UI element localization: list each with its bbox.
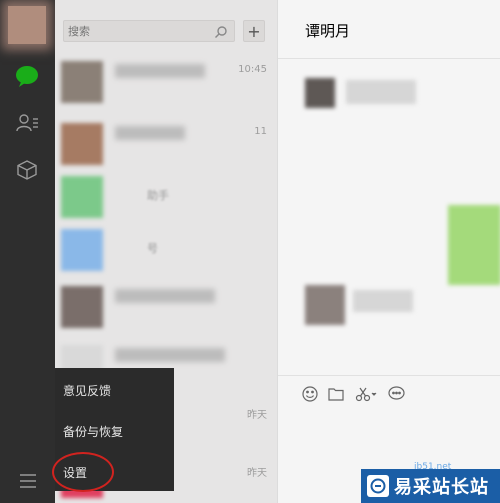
blurred-name [115, 348, 225, 362]
menu-icon[interactable] [17, 472, 39, 490]
scissors-icon[interactable] [354, 385, 378, 403]
chat-time: 11 [254, 126, 267, 137]
message-bubble [448, 205, 500, 285]
avatar [61, 123, 103, 165]
chat-snippet: 号 [147, 242, 158, 255]
avatar [61, 176, 103, 218]
watermark-logo-icon [367, 475, 389, 497]
menu-item-feedback[interactable]: 意见反馈 [63, 382, 111, 399]
message-avatar [305, 285, 345, 325]
avatar[interactable] [8, 6, 46, 44]
search-icon[interactable] [214, 24, 228, 38]
message-bubble [346, 80, 416, 104]
toolbar-divider [278, 375, 500, 376]
conversation-title: 谭明月 [305, 22, 351, 40]
chat-bubble-icon[interactable] [387, 385, 405, 403]
contacts-icon[interactable] [14, 110, 40, 136]
avatar [61, 286, 103, 328]
watermark: 易采站长站 [361, 469, 500, 503]
cube-icon[interactable] [14, 157, 40, 183]
watermark-brand: 易采站长站 [394, 477, 489, 498]
emoji-icon[interactable] [301, 385, 319, 403]
blurred-name [115, 64, 205, 78]
blurred-name [115, 126, 185, 140]
avatar [61, 61, 103, 103]
folder-icon[interactable] [327, 385, 345, 403]
list-item[interactable] [55, 275, 277, 339]
sidebar [0, 0, 55, 503]
message-avatar [305, 78, 335, 108]
chat-time: 昨天 [247, 468, 267, 479]
conversation-panel: 谭明月 [277, 0, 500, 503]
chat-time: 10:45 [238, 64, 267, 75]
highlight-ring [52, 452, 114, 492]
list-item[interactable]: 10:45 [55, 50, 277, 114]
search-box[interactable] [63, 20, 235, 42]
chat-snippet: 助手 [147, 189, 169, 202]
blurred-name [115, 289, 215, 303]
add-button[interactable]: + [243, 20, 265, 42]
chat-icon[interactable] [14, 63, 40, 89]
avatar [61, 229, 103, 271]
menu-item-backup-restore[interactable]: 备份与恢复 [63, 423, 123, 440]
search-input[interactable] [68, 23, 208, 39]
list-item[interactable]: 号 [55, 218, 277, 282]
message-bubble [353, 290, 413, 312]
divider [278, 58, 500, 59]
chat-time: 昨天 [247, 410, 267, 421]
